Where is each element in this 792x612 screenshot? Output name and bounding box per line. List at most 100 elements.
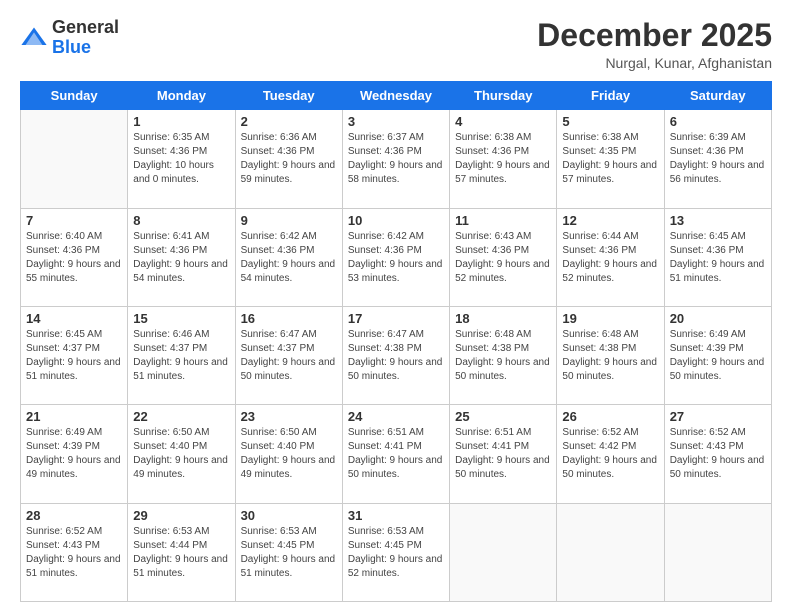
calendar-cell: 27 Sunrise: 6:52 AMSunset: 4:43 PMDayligh… <box>664 405 771 503</box>
day-info: Sunrise: 6:36 AMSunset: 4:36 PMDaylight:… <box>241 131 337 187</box>
day-info: Sunrise: 6:52 AMSunset: 4:43 PMDaylight:… <box>670 426 766 482</box>
day-number: 8 <box>133 213 229 228</box>
day-number: 22 <box>133 409 229 424</box>
day-number: 13 <box>670 213 766 228</box>
day-info: Sunrise: 6:35 AMSunset: 4:36 PMDaylight:… <box>133 131 229 187</box>
day-info: Sunrise: 6:42 AMSunset: 4:36 PMDaylight:… <box>348 230 444 286</box>
logo: General Blue <box>20 18 119 58</box>
day-number: 4 <box>455 114 551 129</box>
calendar-cell: 15 Sunrise: 6:46 AMSunset: 4:37 PMDayligh… <box>128 306 235 404</box>
week-row-3: 21Sunrise: 6:49 AMSunset: 4:39 PMDayligh… <box>21 405 772 503</box>
day-number: 1 <box>133 114 229 129</box>
calendar-cell: 12Sunrise: 6:44 AMSunset: 4:36 PMDayligh… <box>557 208 664 306</box>
day-number: 24 <box>348 409 444 424</box>
day-info: Sunrise: 6:45 AMSunset: 4:36 PMDaylight:… <box>670 230 766 286</box>
day-number: 10 <box>348 213 444 228</box>
day-number: 20 <box>670 311 766 326</box>
day-header-friday: Friday <box>557 82 664 110</box>
header: General Blue December 2025 Nurgal, Kunar… <box>20 18 772 71</box>
calendar-cell: 24 Sunrise: 6:51 AMSunset: 4:41 PMDayligh… <box>342 405 449 503</box>
calendar-cell: 26 Sunrise: 6:52 AMSunset: 4:42 PMDayligh… <box>557 405 664 503</box>
logo-text: General Blue <box>52 18 119 58</box>
day-info: Sunrise: 6:45 AMSunset: 4:37 PMDaylight:… <box>26 328 122 384</box>
day-info: Sunrise: 6:47 AMSunset: 4:38 PMDaylight:… <box>348 328 444 384</box>
calendar-cell: 19 Sunrise: 6:48 AMSunset: 4:38 PMDayligh… <box>557 306 664 404</box>
calendar-cell: 4 Sunrise: 6:38 AMSunset: 4:36 PMDaylight… <box>450 110 557 208</box>
day-info: Sunrise: 6:47 AMSunset: 4:37 PMDaylight:… <box>241 328 337 384</box>
logo-blue: Blue <box>52 38 119 58</box>
calendar-cell: 10 Sunrise: 6:42 AMSunset: 4:36 PMDayligh… <box>342 208 449 306</box>
title-block: December 2025 Nurgal, Kunar, Afghanistan <box>537 18 772 71</box>
location: Nurgal, Kunar, Afghanistan <box>537 55 772 71</box>
month-title: December 2025 <box>537 18 772 53</box>
day-number: 2 <box>241 114 337 129</box>
calendar-header-row: SundayMondayTuesdayWednesdayThursdayFrid… <box>21 82 772 110</box>
day-number: 5 <box>562 114 658 129</box>
day-header-saturday: Saturday <box>664 82 771 110</box>
day-header-sunday: Sunday <box>21 82 128 110</box>
calendar-cell: 16 Sunrise: 6:47 AMSunset: 4:37 PMDayligh… <box>235 306 342 404</box>
day-number: 31 <box>348 508 444 523</box>
day-number: 3 <box>348 114 444 129</box>
week-row-1: 7 Sunrise: 6:40 AMSunset: 4:36 PMDaylight… <box>21 208 772 306</box>
calendar-cell: 30Sunrise: 6:53 AMSunset: 4:45 PMDayligh… <box>235 503 342 601</box>
day-number: 7 <box>26 213 122 228</box>
logo-general: General <box>52 18 119 38</box>
week-row-2: 14Sunrise: 6:45 AMSunset: 4:37 PMDayligh… <box>21 306 772 404</box>
calendar-cell: 17 Sunrise: 6:47 AMSunset: 4:38 PMDayligh… <box>342 306 449 404</box>
calendar-cell: 6Sunrise: 6:39 AMSunset: 4:36 PMDaylight… <box>664 110 771 208</box>
calendar-cell: 29 Sunrise: 6:53 AMSunset: 4:44 PMDayligh… <box>128 503 235 601</box>
day-number: 23 <box>241 409 337 424</box>
day-info: Sunrise: 6:48 AMSunset: 4:38 PMDaylight:… <box>455 328 551 384</box>
day-info: Sunrise: 6:51 AMSunset: 4:41 PMDaylight:… <box>348 426 444 482</box>
day-number: 25 <box>455 409 551 424</box>
day-number: 15 <box>133 311 229 326</box>
calendar-cell: 11 Sunrise: 6:43 AMSunset: 4:36 PMDayligh… <box>450 208 557 306</box>
week-row-0: 1 Sunrise: 6:35 AMSunset: 4:36 PMDaylight… <box>21 110 772 208</box>
day-info: Sunrise: 6:43 AMSunset: 4:36 PMDaylight:… <box>455 230 551 286</box>
day-info: Sunrise: 6:38 AMSunset: 4:36 PMDaylight:… <box>455 131 551 187</box>
day-info: Sunrise: 6:53 AMSunset: 4:45 PMDaylight:… <box>348 525 444 581</box>
calendar-cell: 21Sunrise: 6:49 AMSunset: 4:39 PMDayligh… <box>21 405 128 503</box>
day-info: Sunrise: 6:46 AMSunset: 4:37 PMDaylight:… <box>133 328 229 384</box>
day-info: Sunrise: 6:44 AMSunset: 4:36 PMDaylight:… <box>562 230 658 286</box>
calendar-cell <box>450 503 557 601</box>
day-header-monday: Monday <box>128 82 235 110</box>
day-number: 9 <box>241 213 337 228</box>
day-header-tuesday: Tuesday <box>235 82 342 110</box>
calendar-cell: 25 Sunrise: 6:51 AMSunset: 4:41 PMDayligh… <box>450 405 557 503</box>
calendar-cell: 2 Sunrise: 6:36 AMSunset: 4:36 PMDaylight… <box>235 110 342 208</box>
day-info: Sunrise: 6:51 AMSunset: 4:41 PMDaylight:… <box>455 426 551 482</box>
calendar-cell: 22Sunrise: 6:50 AMSunset: 4:40 PMDayligh… <box>128 405 235 503</box>
day-number: 29 <box>133 508 229 523</box>
calendar-cell <box>557 503 664 601</box>
day-info: Sunrise: 6:40 AMSunset: 4:36 PMDaylight:… <box>26 230 122 286</box>
day-number: 26 <box>562 409 658 424</box>
calendar-cell: 13 Sunrise: 6:45 AMSunset: 4:36 PMDayligh… <box>664 208 771 306</box>
day-info: Sunrise: 6:49 AMSunset: 4:39 PMDaylight:… <box>670 328 766 384</box>
day-info: Sunrise: 6:53 AMSunset: 4:44 PMDaylight:… <box>133 525 229 581</box>
day-info: Sunrise: 6:52 AMSunset: 4:42 PMDaylight:… <box>562 426 658 482</box>
calendar-table: SundayMondayTuesdayWednesdayThursdayFrid… <box>20 81 772 602</box>
calendar-cell: 31 Sunrise: 6:53 AMSunset: 4:45 PMDayligh… <box>342 503 449 601</box>
day-number: 17 <box>348 311 444 326</box>
page: General Blue December 2025 Nurgal, Kunar… <box>0 0 792 612</box>
calendar-cell <box>664 503 771 601</box>
calendar-cell: 20 Sunrise: 6:49 AMSunset: 4:39 PMDayligh… <box>664 306 771 404</box>
day-number: 11 <box>455 213 551 228</box>
day-number: 16 <box>241 311 337 326</box>
calendar-cell: 18Sunrise: 6:48 AMSunset: 4:38 PMDayligh… <box>450 306 557 404</box>
calendar-cell <box>21 110 128 208</box>
calendar-cell: 7 Sunrise: 6:40 AMSunset: 4:36 PMDaylight… <box>21 208 128 306</box>
day-info: Sunrise: 6:48 AMSunset: 4:38 PMDaylight:… <box>562 328 658 384</box>
week-row-4: 28Sunrise: 6:52 AMSunset: 4:43 PMDayligh… <box>21 503 772 601</box>
day-number: 28 <box>26 508 122 523</box>
logo-icon <box>20 24 48 52</box>
calendar-cell: 8Sunrise: 6:41 AMSunset: 4:36 PMDaylight… <box>128 208 235 306</box>
calendar-cell: 9 Sunrise: 6:42 AMSunset: 4:36 PMDaylight… <box>235 208 342 306</box>
day-info: Sunrise: 6:39 AMSunset: 4:36 PMDaylight:… <box>670 131 766 187</box>
day-info: Sunrise: 6:49 AMSunset: 4:39 PMDaylight:… <box>26 426 122 482</box>
day-number: 27 <box>670 409 766 424</box>
day-number: 19 <box>562 311 658 326</box>
day-info: Sunrise: 6:42 AMSunset: 4:36 PMDaylight:… <box>241 230 337 286</box>
